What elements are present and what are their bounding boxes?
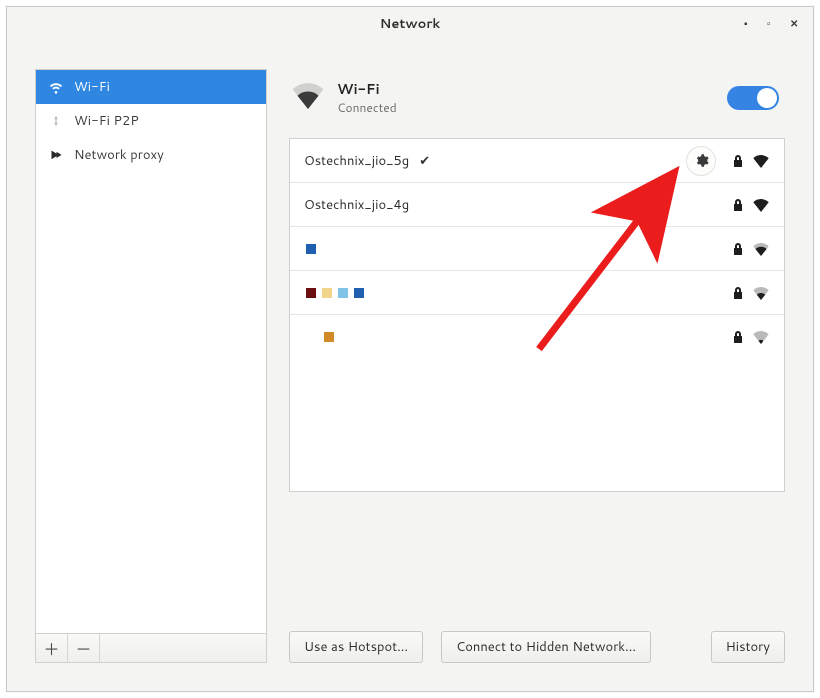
network-row[interactable]: Ostechnix_jio_4g (290, 183, 784, 227)
connected-check-icon: ✔ (419, 152, 430, 170)
body: Wi-Fi Wi-Fi P2P Network proxy (7, 41, 813, 691)
panel-title: Wi-Fi (337, 79, 397, 99)
wifi-p2p-icon (48, 113, 64, 129)
titlebar[interactable]: Network ▪ ▫ ✕ (7, 7, 813, 41)
remove-button[interactable]: － (68, 634, 100, 662)
wifi-toggle[interactable] (727, 86, 779, 110)
proxy-icon (48, 147, 64, 163)
window-controls: ▪ ▫ ✕ (744, 7, 797, 41)
ssid-swatches (304, 332, 334, 342)
connect-hidden-button[interactable]: Connect to Hidden Network... (441, 631, 651, 663)
ssid-swatches (304, 244, 316, 254)
sidebar: Wi-Fi Wi-Fi P2P Network proxy (35, 69, 267, 663)
network-row[interactable] (290, 271, 784, 315)
wifi-signal-icon (752, 242, 770, 256)
network-row[interactable]: Ostechnix_jio_5g ✔ (290, 139, 784, 183)
panel-header: Wi-Fi Connected (289, 69, 785, 138)
window-title: Network (380, 15, 440, 33)
wifi-signal-icon (752, 286, 770, 300)
sidebar-item-wifi-p2p[interactable]: Wi-Fi P2P (36, 104, 266, 138)
lock-icon (732, 286, 744, 300)
toggle-knob (757, 88, 777, 108)
network-name: Ostechnix_jio_4g (304, 196, 409, 214)
network-name: Ostechnix_jio_5g (304, 152, 409, 170)
wifi-signal-icon (752, 330, 770, 344)
wifi-signal-icon (752, 198, 770, 212)
ssid-swatches (304, 288, 364, 298)
network-row[interactable] (290, 315, 784, 359)
wifi-icon (48, 79, 64, 95)
lock-icon (732, 154, 744, 168)
sidebar-item-wifi[interactable]: Wi-Fi (36, 70, 266, 104)
panel-status: Connected (337, 99, 397, 116)
minus-icon: － (75, 636, 91, 661)
network-row[interactable] (290, 227, 784, 271)
gear-icon (694, 153, 709, 168)
lock-icon (732, 330, 744, 344)
sidebar-item-label: Wi-Fi (74, 78, 110, 96)
lock-icon (732, 242, 744, 256)
panel-header-left: Wi-Fi Connected (291, 79, 397, 116)
network-settings-window: Network ▪ ▫ ✕ Wi-Fi (6, 6, 814, 692)
sidebar-item-label: Wi-Fi P2P (74, 112, 139, 130)
columns: Wi-Fi Wi-Fi P2P Network proxy (35, 69, 785, 663)
history-button[interactable]: History (711, 631, 785, 663)
sidebar-item-label: Network proxy (74, 146, 164, 164)
panel-footer: Use as Hotspot... Connect to Hidden Netw… (289, 617, 785, 663)
network-settings-button[interactable] (686, 146, 716, 176)
wifi-signal-icon (752, 154, 770, 168)
wifi-status-icon (291, 81, 325, 114)
sidebar-footer: ＋ － (35, 633, 267, 663)
wifi-panel: Wi-Fi Connected Ostechnix_jio_5g ✔ (289, 69, 785, 663)
maximize-icon[interactable]: ▫ (767, 21, 774, 28)
add-button[interactable]: ＋ (36, 634, 68, 662)
sidebar-list: Wi-Fi Wi-Fi P2P Network proxy (35, 69, 267, 633)
minimize-icon[interactable]: ▪ (744, 21, 751, 28)
hotspot-button[interactable]: Use as Hotspot... (289, 631, 423, 663)
close-icon[interactable]: ✕ (790, 21, 797, 28)
lock-icon (732, 198, 744, 212)
network-list: Ostechnix_jio_5g ✔ Ostechnix_jio_4g (289, 138, 785, 492)
sidebar-item-network-proxy[interactable]: Network proxy (36, 138, 266, 172)
plus-icon: ＋ (43, 636, 59, 661)
